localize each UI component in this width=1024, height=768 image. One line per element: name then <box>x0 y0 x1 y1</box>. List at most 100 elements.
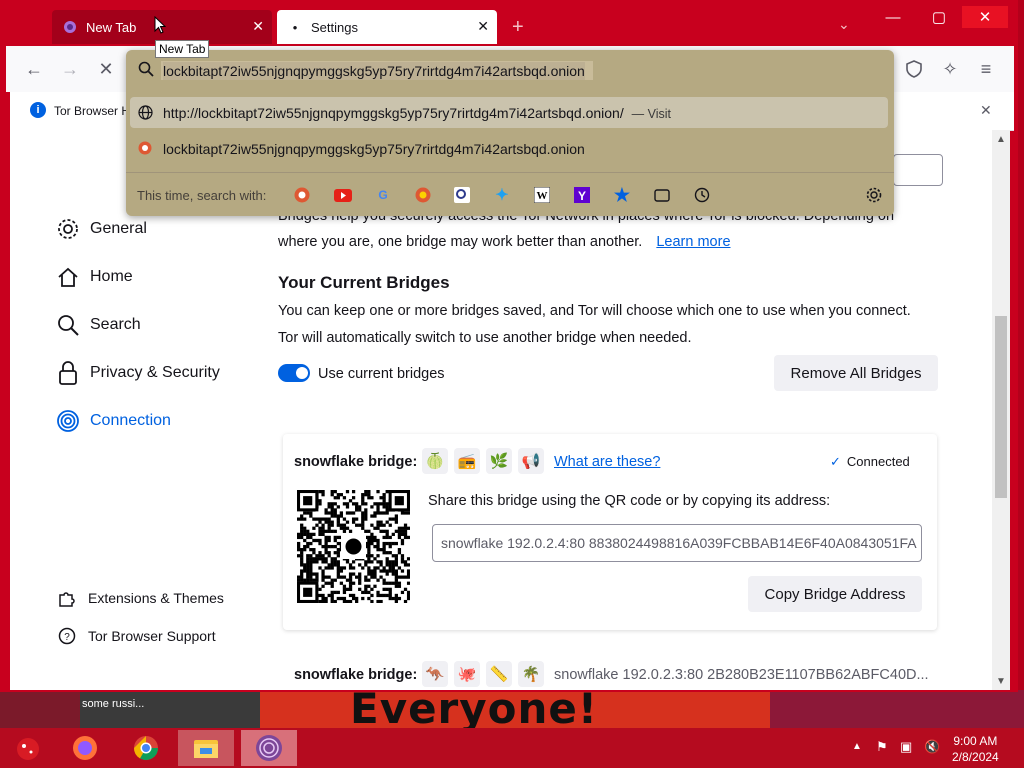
bridge-address-value: snowflake 192.0.2.4:80 8838024498816A039… <box>441 535 917 551</box>
chrome-icon[interactable] <box>118 730 174 766</box>
what-are-these-link[interactable]: What are these? <box>554 454 660 470</box>
network-icon[interactable]: ▣ <box>900 739 912 755</box>
back-arrow-icon[interactable]: ← <box>22 58 46 80</box>
divider <box>126 172 894 173</box>
bridge-address-field[interactable]: snowflake 192.0.2.4:80 8838024498816A039… <box>432 524 922 562</box>
red-ornament-icon[interactable] <box>0 730 56 766</box>
close-notification-icon[interactable]: ✕ <box>980 102 992 119</box>
scroll-up-icon[interactable]: ▲ <box>996 134 1006 145</box>
find-in-settings-input[interactable] <box>893 154 943 186</box>
close-tab-icon[interactable]: ✕ <box>477 18 489 35</box>
duckduckgo-engine-icon[interactable] <box>292 185 312 205</box>
volume-muted-icon[interactable]: 🔇 <box>924 739 940 755</box>
bridge-address-text: snowflake 192.0.2.3:80 2B280B23E1107BB62… <box>554 667 929 683</box>
sidebar-tor-browser-support[interactable]: ? Tor Browser Support <box>58 627 216 645</box>
close-window-button[interactable]: ✕ <box>962 6 1008 28</box>
url-suggestion-search[interactable]: lockbitapt72iw55njgnqpymggskg5yp75ry7rir… <box>163 141 585 157</box>
tor-browser-icon <box>62 19 78 35</box>
notification-text: Tor Browser H <box>54 104 131 118</box>
lock-icon <box>56 361 80 385</box>
clock-date: 2/8/2024 <box>952 750 999 764</box>
taskbar-clock[interactable]: 9:00 AM 2/8/2024 <box>952 733 999 765</box>
url-input[interactable]: lockbitapt72iw55njgnqpymggskg5yp75ry7rir… <box>163 62 585 80</box>
chevron-down-icon[interactable]: ⌄ <box>838 16 850 33</box>
copy-bridge-address-button[interactable]: Copy Bridge Address <box>748 576 922 612</box>
current-bridges-description: You can keep one or more bridges saved, … <box>278 303 911 319</box>
gear-icon <box>56 217 80 241</box>
bridge-label: snowflake bridge: <box>294 667 418 683</box>
sidebar-item-label: Extensions & Themes <box>88 590 224 606</box>
sidebar-item-privacy-security[interactable]: Privacy & Security <box>56 361 220 385</box>
bridge-emoji-palm: 🌴 <box>518 661 544 687</box>
shield-icon[interactable] <box>902 58 926 80</box>
file-explorer-icon[interactable] <box>178 730 234 766</box>
hamburger-menu-icon[interactable]: ≡ <box>974 58 998 80</box>
settings-dot-icon: • <box>292 19 298 35</box>
sidebar-item-connection[interactable]: Connection <box>56 409 171 433</box>
svg-text:?: ? <box>64 632 70 643</box>
bookmarks-star-icon[interactable]: ★ <box>612 185 632 205</box>
learn-more-link[interactable]: Learn more <box>656 234 730 250</box>
tab-settings[interactable]: • Settings ✕ <box>277 10 497 44</box>
history-clock-icon[interactable] <box>692 185 712 205</box>
wikipedia-engine-icon[interactable]: W <box>532 185 552 205</box>
sidebar-extensions-themes[interactable]: Extensions & Themes <box>58 589 224 607</box>
firefox-icon[interactable] <box>57 730 113 766</box>
bridge-emoji-megaphone: 📢 <box>518 448 544 474</box>
tor-onion-logo-icon <box>345 538 362 555</box>
youtube-engine-icon[interactable] <box>333 185 353 205</box>
new-tab-icon[interactable]: + <box>512 16 524 39</box>
info-icon: i <box>30 102 46 118</box>
search-icon <box>56 313 80 337</box>
close-tab-icon[interactable]: ✕ <box>252 18 264 35</box>
mouse-cursor-icon <box>154 15 167 37</box>
stop-loading-icon[interactable]: ✕ <box>94 58 118 80</box>
search-with-label: This time, search with: <box>137 188 267 203</box>
desktop-background: some russi... Everyone! <box>0 690 1024 728</box>
connection-icon <box>56 409 80 433</box>
help-icon: ? <box>58 627 76 645</box>
sidebar-item-label: Home <box>90 268 133 285</box>
new-identity-broom-icon[interactable]: ✧ <box>938 58 962 80</box>
sidebar-item-home[interactable]: Home <box>56 265 133 289</box>
bridge-emoji-herb: 🌿 <box>486 448 512 474</box>
share-bridge-text: Share this bridge using the QR code or b… <box>428 493 831 509</box>
bridge-label: snowflake bridge: <box>294 454 418 470</box>
forward-arrow-icon[interactable]: → <box>58 58 82 80</box>
sidebar-item-general[interactable]: General <box>56 217 147 241</box>
bridge-emoji-ruler: 📏 <box>486 661 512 687</box>
desktop-icon-caption[interactable]: some russi... <box>82 698 144 710</box>
startpage-engine-icon[interactable] <box>452 185 472 205</box>
duckduckgo-html-engine-icon[interactable] <box>413 185 433 205</box>
sidebar-item-search[interactable]: Search <box>56 313 141 337</box>
sidebar-item-label: Privacy & Security <box>90 364 220 381</box>
tor-browser-icon[interactable] <box>241 730 297 766</box>
tab-strip: New Tab ✕ • Settings ✕ + ⌄ — ▢ ✕ <box>0 0 1018 46</box>
sidebar-item-label: Search <box>90 316 141 333</box>
use-current-bridges-label: Use current bridges <box>318 366 445 382</box>
remove-all-bridges-button[interactable]: Remove All Bridges <box>774 355 938 391</box>
bridge-emoji-radio: 📻 <box>454 448 480 474</box>
current-bridges-description-2: Tor will automatically switch to use ano… <box>278 330 692 346</box>
suggestion-url: http://lockbitapt72iw55njgnqpymggskg5yp7… <box>163 105 624 121</box>
status-text: Connected <box>846 454 910 469</box>
scrollbar-thumb[interactable] <box>995 316 1007 498</box>
minimize-button[interactable]: — <box>870 6 916 28</box>
yahoo-engine-icon[interactable]: Y <box>572 185 592 205</box>
sidebar-item-label: Tor Browser Support <box>88 628 216 644</box>
google-engine-icon[interactable]: G <box>373 185 393 205</box>
tab-label: New Tab <box>86 19 137 35</box>
bridge-status: ✓ Connected <box>830 454 910 470</box>
search-settings-gear-icon[interactable] <box>864 185 884 205</box>
tabs-icon[interactable] <box>652 185 672 205</box>
twitter-engine-icon[interactable]: ✦ <box>492 185 512 205</box>
scroll-down-icon[interactable]: ▼ <box>996 676 1006 687</box>
maximize-button[interactable]: ▢ <box>916 6 962 28</box>
svg-text:Y: Y <box>578 189 586 203</box>
bridge-emoji-octopus: 🐙 <box>454 661 480 687</box>
tab-tooltip: New Tab <box>155 40 210 58</box>
puzzle-icon <box>58 589 76 607</box>
action-center-flag-icon[interactable]: ⚑ <box>876 739 888 755</box>
tray-chevron-up-icon[interactable]: ▲ <box>852 741 862 752</box>
sidebar-item-label: Connection <box>90 412 171 429</box>
